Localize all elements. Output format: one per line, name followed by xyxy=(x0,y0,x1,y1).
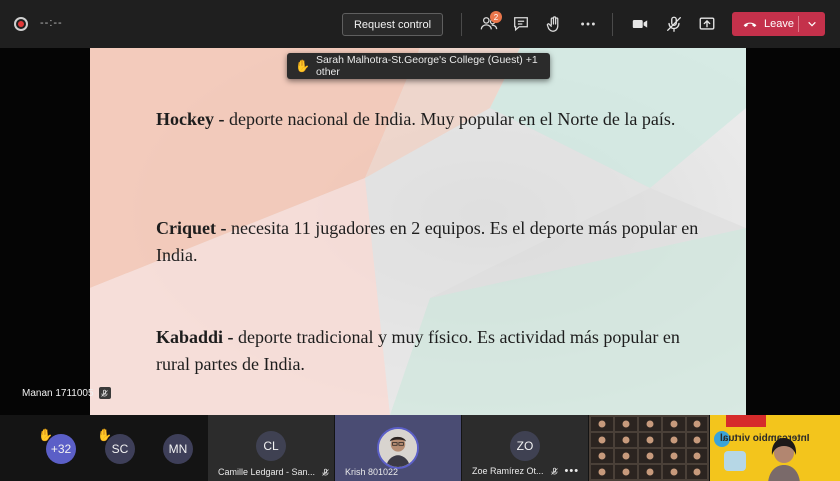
avatar[interactable]: MN xyxy=(163,434,193,464)
toolbar-divider xyxy=(612,13,613,36)
participant-tile[interactable]: Krish 801022 xyxy=(335,415,461,481)
participant-video-tile[interactable]: Intercambio virtual xyxy=(710,415,840,481)
participant-name: Camille Ledgard - San... xyxy=(218,467,330,477)
participant-name: Krish 801022 xyxy=(345,467,398,477)
video-grid-image xyxy=(589,415,709,481)
more-icon[interactable] xyxy=(578,14,598,34)
participant-video-avatar xyxy=(377,427,419,469)
text-hockey: deporte nacional de India. Muy popular e… xyxy=(224,109,676,129)
participant-name-text: Zoe Ramírez Ot... xyxy=(472,466,544,476)
presenter-name: Manan 1711005 xyxy=(22,387,94,399)
flag-stripe xyxy=(726,415,766,427)
chevron-down-icon xyxy=(808,21,816,27)
term-kabaddi: Kabaddi - xyxy=(156,327,234,347)
leave-label: Leave xyxy=(764,18,794,30)
avatar-initials: SC xyxy=(111,442,129,456)
text-criquet: necesita 11 jugadores en 2 equipos. Es e… xyxy=(156,218,699,265)
shared-screen-stage: Hockey - deporte nacional de India. Muy … xyxy=(0,48,840,415)
avatar-initials: CL xyxy=(263,439,279,453)
presenter-label: Manan 1711005 xyxy=(18,384,115,402)
meeting-toolbar: --:-- Request control 2 Leave xyxy=(0,0,840,48)
raised-hand-notification[interactable]: ✋ Sarah Malhotra-St.George's College (Gu… xyxy=(287,53,550,79)
participant-tile[interactable]: CL Camille Ledgard - San... xyxy=(208,415,334,481)
mic-off-icon xyxy=(322,468,329,476)
term-criquet: Criquet - xyxy=(156,218,227,238)
participant-name-text: Krish 801022 xyxy=(345,467,399,477)
overflow-participants-button[interactable]: +32 xyxy=(46,434,76,464)
overflow-count: +32 xyxy=(50,442,72,456)
participants-badge: 2 xyxy=(490,11,502,23)
hand-icon: ✋ xyxy=(295,59,310,73)
hand-icon[interactable] xyxy=(544,14,564,34)
raised-hand-text: Sarah Malhotra-St.George's College (Gues… xyxy=(315,54,538,78)
avatar-initials: MN xyxy=(168,442,188,456)
shared-slide: Hockey - deporte nacional de India. Muy … xyxy=(90,48,746,415)
leave-main[interactable]: Leave xyxy=(732,12,798,36)
participant-tile[interactable]: ZO Zoe Ramírez Ot... ••• xyxy=(462,415,588,481)
participant-name: Zoe Ramírez Ot... ••• xyxy=(472,465,579,477)
mic-off-icon xyxy=(98,387,111,399)
avatar: CL xyxy=(256,431,286,461)
avatar[interactable]: SC xyxy=(105,434,135,464)
participant-gallery: ✋ +32 ✋ SC MN CL Camille Ledgard - San..… xyxy=(0,415,840,481)
slide-paragraph-hockey: Hockey - deporte nacional de India. Muy … xyxy=(156,106,716,133)
record-icon xyxy=(14,17,28,31)
mic-off-icon xyxy=(550,467,558,475)
share-icon[interactable] xyxy=(697,14,717,34)
participant-video xyxy=(768,438,800,481)
participant-name-text: Camille Ledgard - San... xyxy=(218,467,316,477)
decorative-map xyxy=(724,451,746,471)
text-kabaddi: deporte tradicional y muy físico. Es act… xyxy=(156,327,680,374)
participant-video-grid[interactable] xyxy=(589,415,709,481)
meeting-timer: --:-- xyxy=(40,17,63,29)
toolbar-divider xyxy=(461,13,462,36)
avatar: ZO xyxy=(510,431,540,461)
mic-off-icon[interactable] xyxy=(664,14,684,34)
slide-paragraph-kabaddi: Kabaddi - deporte tradicional y muy físi… xyxy=(156,324,716,378)
people-icon[interactable]: 2 xyxy=(479,11,502,34)
avatar-initials: ZO xyxy=(516,439,534,453)
request-control-button[interactable]: Request control xyxy=(342,13,443,36)
term-hockey: Hockey - xyxy=(156,109,225,129)
camera-icon[interactable] xyxy=(630,14,650,34)
more-icon[interactable]: ••• xyxy=(565,465,580,477)
leave-button[interactable]: Leave xyxy=(732,12,825,36)
slide-paragraph-criquet: Criquet - necesita 11 jugadores en 2 equ… xyxy=(156,215,716,269)
chat-icon[interactable] xyxy=(511,14,531,34)
phone-icon xyxy=(743,22,757,27)
leave-options-button[interactable] xyxy=(799,12,825,36)
